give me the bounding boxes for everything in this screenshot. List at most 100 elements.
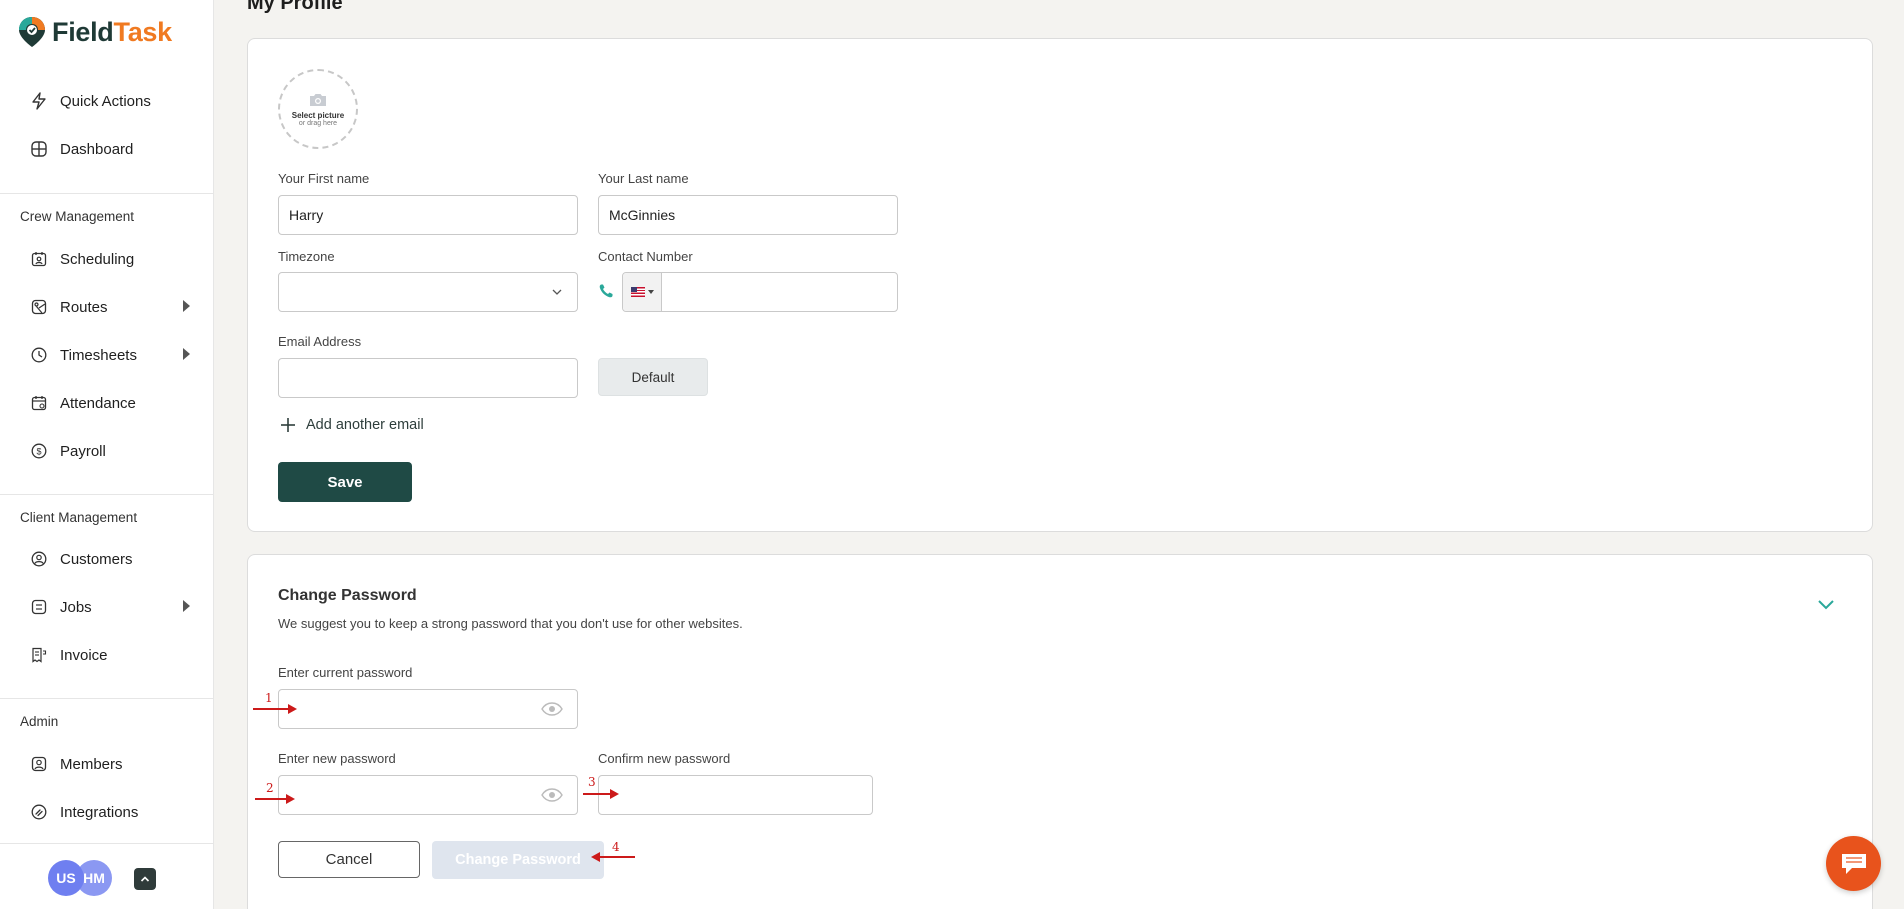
sidebar-item-label: Quick Actions [60, 92, 151, 110]
sidebar-item-scheduling[interactable]: Scheduling [30, 250, 190, 268]
first-name-field[interactable]: Harry [278, 195, 578, 235]
confirm-password-label: Confirm new password [598, 751, 731, 766]
sidebar-item-members[interactable]: Members [30, 755, 190, 773]
first-name-value: Harry [289, 207, 324, 223]
user-circle-icon [30, 550, 48, 568]
add-email-label: Add another email [306, 417, 424, 433]
route-icon [30, 298, 48, 316]
sidebar-item-customers[interactable]: Customers [30, 550, 190, 568]
annotation-arrow-icon [591, 852, 635, 862]
default-email-button[interactable]: Default [598, 358, 708, 396]
invoice-icon [30, 646, 48, 664]
camera-icon [310, 93, 326, 106]
profile-picture-picker[interactable]: Select picture or drag here [278, 69, 358, 149]
timezone-select[interactable] [278, 272, 578, 312]
eye-icon[interactable] [541, 702, 563, 716]
annotation-arrow-icon [253, 704, 297, 714]
section-label-crew: Crew Management [20, 209, 135, 224]
sidebar-item-label: Integrations [60, 803, 139, 821]
integrations-icon [30, 803, 48, 821]
expand-arrow-icon[interactable] [183, 300, 190, 312]
sidebar-divider [0, 698, 214, 699]
sidebar-item-label: Invoice [60, 646, 108, 664]
change-password-subtitle: We suggest you to keep a strong password… [278, 616, 743, 631]
avatar[interactable]: US [48, 860, 84, 896]
timezone-label: Timezone [278, 249, 335, 264]
sidebar-item-invoice[interactable]: Invoice [30, 646, 190, 664]
sidebar-item-routes[interactable]: Routes [30, 298, 190, 316]
brand-part1: Field [52, 16, 114, 47]
confirm-password-field[interactable] [598, 775, 873, 815]
change-password-button[interactable]: Change Password [432, 841, 604, 879]
sidebar-divider [0, 193, 214, 194]
members-icon [30, 755, 48, 773]
sidebar-item-label: Members [60, 755, 123, 773]
sidebar-item-dashboard[interactable]: Dashboard [30, 140, 190, 158]
sidebar-item-label: Scheduling [60, 250, 135, 268]
sidebar-item-attendance[interactable]: Attendance [30, 394, 190, 412]
calendar-check-icon [30, 394, 48, 412]
phone-icon [599, 284, 613, 298]
cancel-button[interactable]: Cancel [278, 841, 420, 878]
sidebar-item-label: Customers [60, 550, 133, 568]
email-field[interactable] [278, 358, 578, 398]
expand-arrow-icon[interactable] [183, 600, 190, 612]
change-password-title: Change Password [278, 587, 417, 604]
page-title: My Profile [247, 0, 343, 14]
us-flag-icon [630, 287, 645, 297]
svg-text:$: $ [36, 447, 41, 457]
sidebar-item-payroll[interactable]: $ Payroll [30, 442, 190, 460]
bolt-icon [30, 92, 48, 110]
contact-number-label: Contact Number [598, 249, 693, 264]
caret-down-icon [647, 290, 654, 294]
chevron-down-icon[interactable] [1816, 598, 1836, 612]
sidebar-item-jobs[interactable]: Jobs [30, 598, 190, 616]
annotation-arrow-icon [583, 789, 619, 799]
chevron-down-icon [552, 289, 562, 295]
expand-arrow-icon[interactable] [183, 348, 190, 360]
current-password-label: Enter current password [278, 665, 413, 680]
dollar-icon: $ [30, 442, 48, 460]
sidebar-item-label: Payroll [60, 442, 106, 460]
location-pin-logo-icon [19, 17, 45, 47]
new-password-label: Enter new password [278, 751, 396, 766]
current-password-field[interactable] [278, 689, 578, 729]
sidebar-item-label: Jobs [60, 598, 92, 616]
email-label: Email Address [278, 334, 362, 349]
user-avatars[interactable]: US HM [48, 860, 112, 896]
list-icon [30, 598, 48, 616]
last-name-label: Your Last name [598, 171, 689, 186]
picture-hint: or drag here [298, 119, 338, 127]
brand-part2: Task [113, 16, 173, 47]
grid-icon [30, 140, 48, 158]
sidebar-item-quick-actions[interactable]: Quick Actions [30, 92, 190, 110]
collapse-up-button[interactable] [134, 868, 156, 890]
country-code-select[interactable] [623, 273, 662, 311]
sidebar-divider [0, 494, 214, 495]
first-name-label: Your First name [278, 171, 370, 186]
last-name-field[interactable]: McGinnies [598, 195, 898, 235]
chat-icon [1841, 853, 1866, 874]
logo[interactable]: FieldTask [18, 16, 172, 48]
sidebar-item-integrations[interactable]: Integrations [30, 803, 190, 821]
last-name-value: McGinnies [609, 207, 676, 223]
add-another-email-button[interactable]: Add another email [280, 417, 424, 433]
calendar-user-icon [30, 250, 48, 268]
eye-icon[interactable] [541, 788, 563, 802]
chat-button[interactable] [1826, 836, 1881, 891]
section-label-admin: Admin [20, 714, 59, 729]
sidebar-item-label: Timesheets [60, 346, 137, 364]
sidebar-item-timesheets[interactable]: Timesheets [30, 346, 190, 364]
section-label-client: Client Management [20, 510, 138, 525]
brand-name: FieldTask [52, 17, 172, 48]
sidebar-item-label: Routes [60, 298, 108, 316]
contact-number-field[interactable] [622, 272, 898, 312]
plus-icon [281, 418, 295, 432]
save-button[interactable]: Save [278, 462, 412, 502]
picture-label: Select picture [291, 110, 345, 120]
sidebar-divider [0, 843, 214, 844]
sidebar-item-label: Dashboard [60, 140, 134, 158]
new-password-field[interactable] [278, 775, 578, 815]
clock-icon [30, 346, 48, 364]
annotation-arrow-icon [255, 794, 295, 804]
